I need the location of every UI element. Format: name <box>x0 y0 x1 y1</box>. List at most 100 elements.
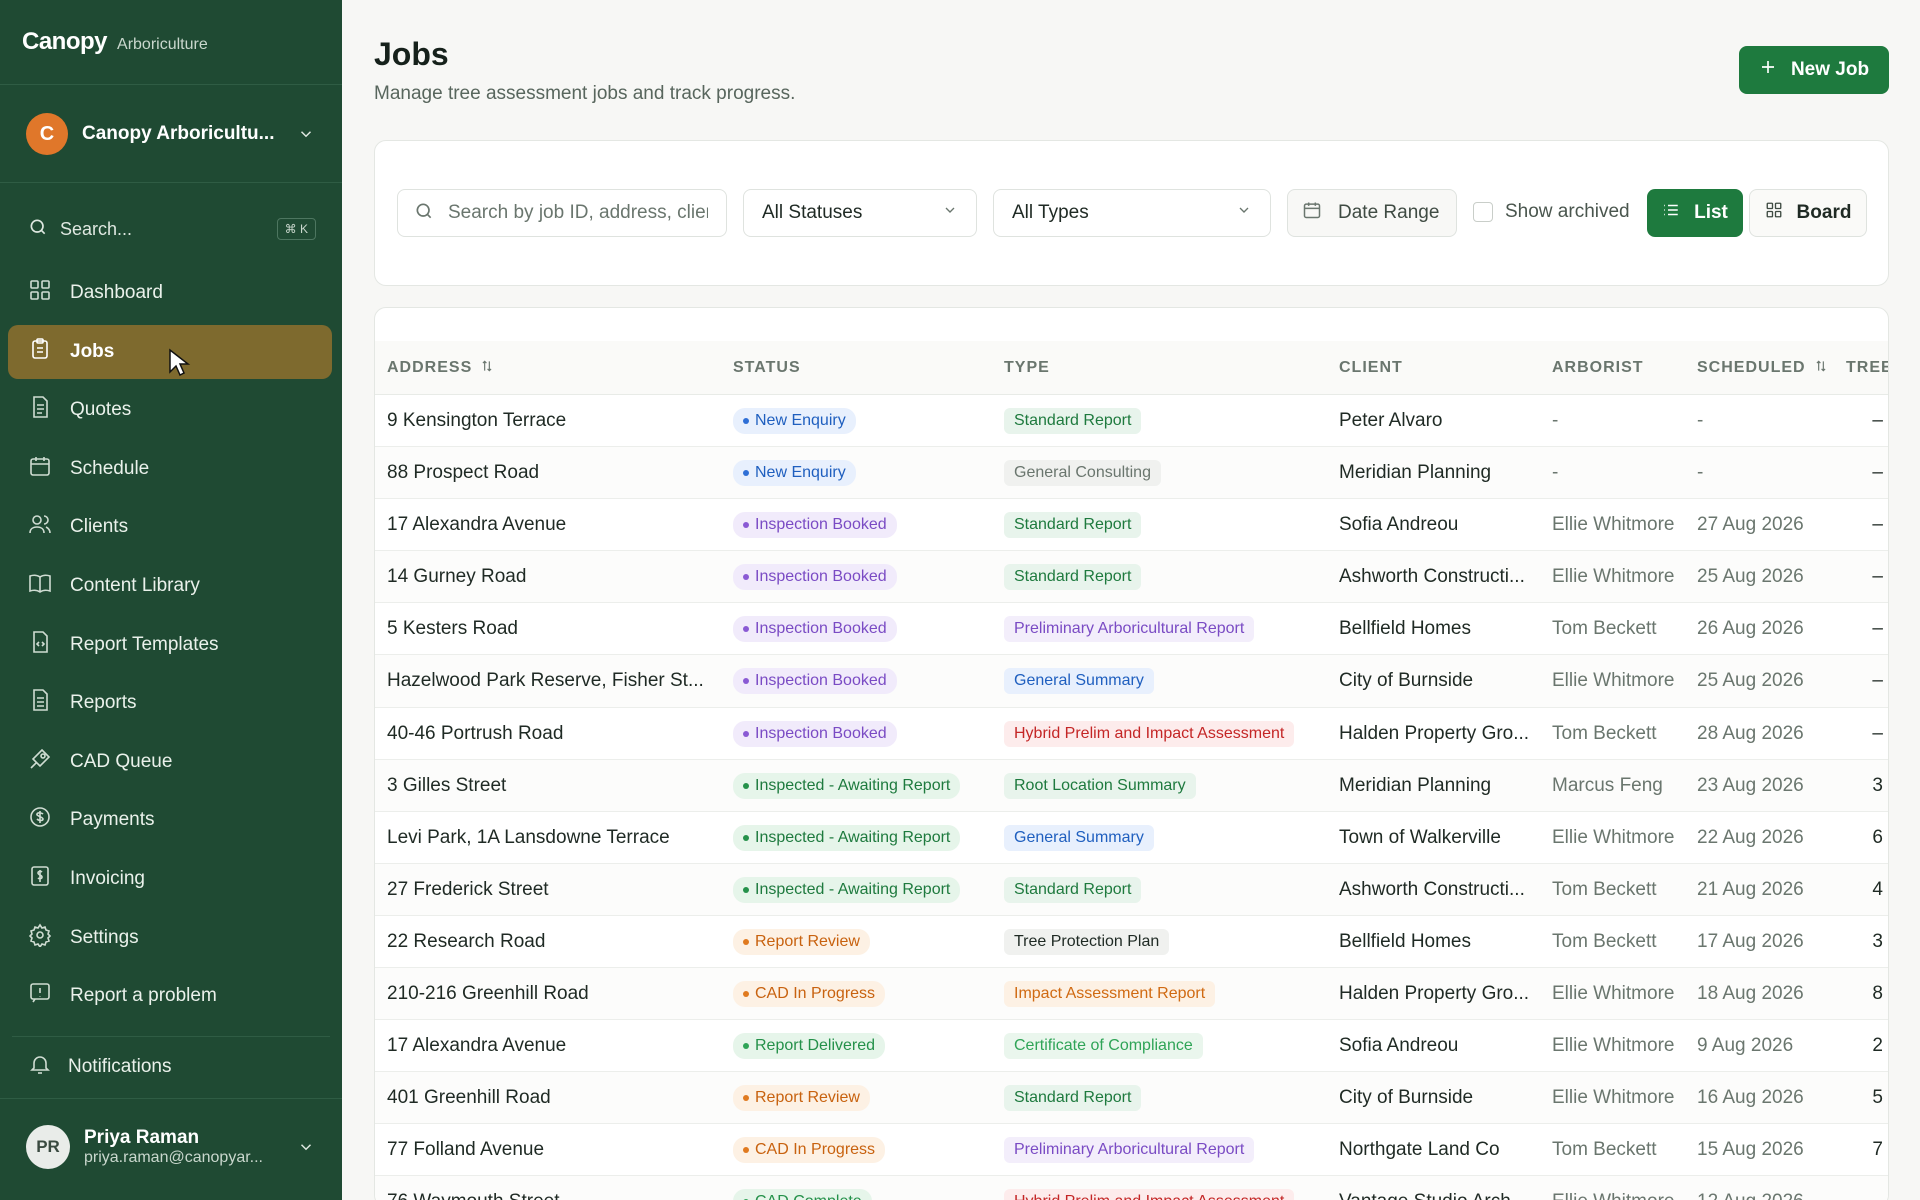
table-row[interactable]: 17 Alexandra Avenue Report Delivered Certi… <box>375 1020 1888 1073</box>
sidebar-item-label: Schedule <box>70 457 150 479</box>
cell-type: General Summary <box>1004 812 1334 864</box>
list-view-button[interactable]: List <box>1647 189 1743 237</box>
status-filter-select[interactable]: All Statuses <box>743 189 977 237</box>
table-row[interactable]: 17 Alexandra Avenue Inspection Booked Stan… <box>375 499 1888 552</box>
table-row[interactable]: 40-46 Portrush Road Inspection Booked Hybr… <box>375 708 1888 760</box>
cell-address: Hazelwood Park Reserve, Fisher St... <box>387 670 704 692</box>
sidebar-item-report-a-problem[interactable]: Report a problem <box>8 969 332 1023</box>
table-row[interactable]: 3 Gilles Street Inspected - Awaiting Repo… <box>375 759 1888 812</box>
brand[interactable]: Canopy Arboriculture <box>22 28 208 56</box>
status-label: Report Review <box>755 1089 860 1107</box>
table-row[interactable]: Levi Park, 1A Lansdowne Terrace Inspected… <box>375 812 1888 864</box>
date-range-button[interactable]: Date Range <box>1287 189 1457 237</box>
cell-type: Preliminary Arboricultural Report <box>1004 603 1334 655</box>
cell-scheduled: 15 Aug 2026 <box>1697 1139 1804 1161</box>
table-row[interactable]: Hazelwood Park Reserve, Fisher St... Insp… <box>375 655 1888 708</box>
sort-icon <box>1814 359 1828 378</box>
type-badge: Hybrid Prelim and Impact Assessment <box>1004 1189 1295 1200</box>
table-row[interactable]: 210-216 Greenhill Road CAD In Progress Imp… <box>375 968 1888 1021</box>
cell-address: 22 Research Road <box>387 930 546 952</box>
table-header: ADDRESS STATUS TYPE CLIENT ARBORIST SCHE… <box>375 341 1888 395</box>
sidebar-item-report-templates[interactable]: Report Templates <box>8 618 332 672</box>
sidebar-item-label: Dashboard <box>70 282 163 303</box>
table-body: 9 Kensington Terrace New Enquiry Standard … <box>375 395 1888 1200</box>
chevron-down-icon <box>296 124 316 144</box>
search-input[interactable] <box>448 202 708 224</box>
cell-trees: – <box>1872 618 1883 640</box>
table-row[interactable]: 9 Kensington Terrace New Enquiry Standard … <box>375 395 1888 448</box>
cell-status: Inspection Booked <box>733 551 993 603</box>
table-row[interactable]: 76 Waymouth Street CAD Complete Hybrid Pre… <box>375 1176 1888 1200</box>
show-archived-toggle[interactable]: Show archived <box>1473 201 1630 223</box>
sidebar-item-payments[interactable]: Payments <box>8 793 332 847</box>
dashboard-icon <box>28 278 52 308</box>
sidebar-item-content-library[interactable]: Content Library <box>8 559 332 613</box>
sidebar-search[interactable]: Search... ⌘ K <box>28 214 316 244</box>
sidebar-item-quotes[interactable]: Quotes <box>8 383 332 437</box>
job-search-field[interactable] <box>397 189 727 237</box>
type-filter-select[interactable]: All Types <box>993 189 1271 237</box>
sidebar-item-invoicing[interactable]: Invoicing <box>8 852 332 906</box>
status-dot-icon <box>743 834 749 841</box>
column-label: SCHEDULED <box>1697 359 1806 376</box>
column-header-address[interactable]: ADDRESS <box>387 341 494 395</box>
user-menu[interactable]: PR Priya Raman priya.raman@canopyar... <box>26 1125 316 1169</box>
type-badge: Hybrid Prelim and Impact Assessment <box>1004 720 1295 747</box>
table-row[interactable]: 14 Gurney Road Inspection Booked Standard … <box>375 551 1888 604</box>
page-subtitle: Manage tree assessment jobs and track pr… <box>374 83 796 104</box>
cell-status: Inspection Booked <box>733 655 993 707</box>
cell-trees: – <box>1872 462 1883 484</box>
table-row[interactable]: 22 Research Road Report Review Tree Protec… <box>375 916 1888 969</box>
cell-arborist: Ellie Whitmore <box>1552 983 1675 1005</box>
cell-address: 76 Waymouth Street <box>387 1176 727 1200</box>
cell-address: 17 Alexandra Avenue <box>387 514 567 536</box>
org-switcher[interactable]: C Canopy Arboricultu... <box>26 112 316 156</box>
cell-scheduled: 16 Aug 2026 <box>1697 1087 1804 1109</box>
notifications-item[interactable]: Notifications <box>28 1052 172 1082</box>
sidebar-item-reports[interactable]: Reports <box>8 676 332 730</box>
grid-icon <box>1765 201 1783 225</box>
cell-arborist: Ellie Whitmore <box>1552 670 1675 692</box>
table-row[interactable]: 401 Greenhill Road Report Review Standard … <box>375 1072 1888 1125</box>
cell-status: CAD In Progress <box>733 1124 993 1176</box>
cell-arborist: Tom Beckett <box>1552 722 1657 744</box>
show-archived-checkbox[interactable] <box>1473 202 1493 222</box>
board-view-button[interactable]: Board <box>1749 189 1867 237</box>
cell-arborist: Ellie Whitmore <box>1552 1035 1675 1057</box>
status-label: Inspection Booked <box>755 620 887 638</box>
cell-client: Peter Alvaro <box>1339 410 1443 431</box>
cell-address: Levi Park, 1A Lansdowne Terrace <box>387 826 670 848</box>
type-filter-value: All Types <box>1012 202 1089 223</box>
divider <box>0 182 342 183</box>
brand-name: Canopy <box>22 28 108 55</box>
sidebar-item-dashboard[interactable]: Dashboard <box>8 266 332 320</box>
sidebar-item-settings[interactable]: Settings <box>8 911 332 965</box>
status-label: CAD In Progress <box>755 985 876 1003</box>
sidebar-item-clients[interactable]: Clients <box>8 500 332 554</box>
status-label: Inspection Booked <box>755 568 887 586</box>
new-job-button[interactable]: New Job <box>1739 46 1889 94</box>
sidebar-item-label: Settings <box>70 926 139 948</box>
type-badge: Standard Report <box>1004 512 1142 539</box>
table-row[interactable]: 88 Prospect Road New Enquiry General Consu… <box>375 447 1888 500</box>
sidebar-item-schedule[interactable]: Schedule <box>8 442 332 496</box>
cell-status: Inspection Booked <box>733 499 993 551</box>
column-label: ADDRESS <box>387 359 473 376</box>
table-row[interactable]: 77 Folland Avenue CAD In Progress Prelimin… <box>375 1124 1888 1177</box>
sidebar-item-cad-queue[interactable]: CAD Queue <box>8 735 332 789</box>
type-badge: Preliminary Arboricultural Report <box>1004 616 1255 643</box>
cell-client: Halden Property Gro... <box>1339 983 1530 1005</box>
table-row[interactable]: 27 Frederick Street Inspected - Awaiting … <box>375 863 1888 916</box>
cell-scheduled: 28 Aug 2026 <box>1697 722 1804 744</box>
cell-address: 401 Greenhill Road <box>387 1087 551 1109</box>
column-header-scheduled[interactable]: SCHEDULED <box>1697 341 1828 395</box>
search-icon <box>414 201 434 226</box>
status-dot-icon <box>743 1095 749 1102</box>
bell-icon <box>28 1052 52 1082</box>
cell-type: Root Location Summary <box>1004 760 1334 812</box>
cell-trees: – <box>1872 670 1883 692</box>
status-label: Inspected - Awaiting Report <box>755 880 951 898</box>
table-row[interactable]: 5 Kesters Road Inspection Booked Prelimina… <box>375 603 1888 656</box>
gear-icon <box>28 923 52 953</box>
status-badge: New Enquiry <box>733 408 856 434</box>
